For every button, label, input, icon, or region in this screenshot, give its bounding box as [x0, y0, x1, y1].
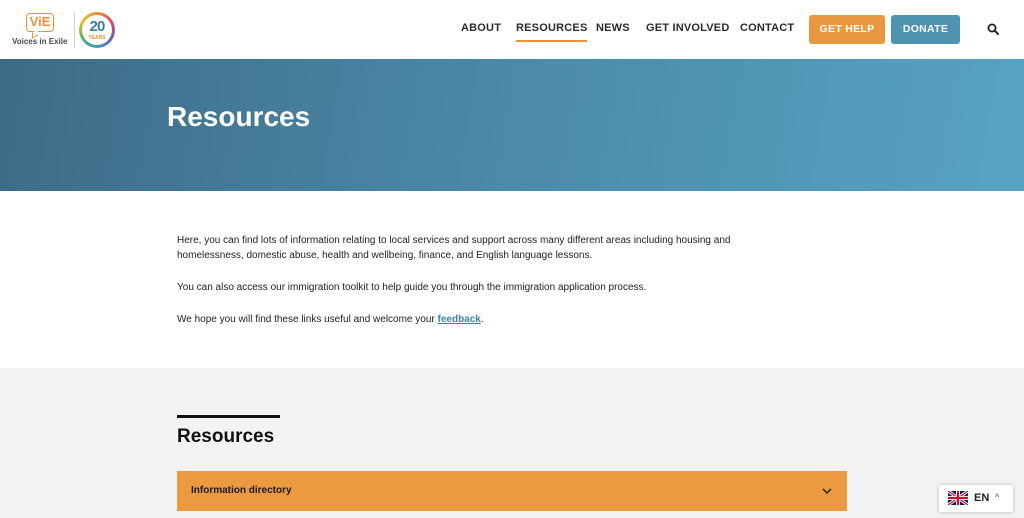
site-header: ViE Voices in Exile 20 YEARS ABOUT RESOU…	[0, 0, 1024, 59]
search-button[interactable]	[987, 22, 1003, 38]
intro-paragraph-1: Here, you can find lots of information r…	[177, 235, 731, 261]
resources-heading: Resources	[177, 426, 275, 447]
intro-paragraph-3-suffix: .	[480, 314, 484, 325]
logo-subtitle: Voices in Exile	[12, 37, 68, 46]
caret-up-icon: ^	[995, 492, 1000, 502]
get-help-button[interactable]: GET HELP	[809, 15, 885, 44]
anniversary-badge-inner: 20 YEARS	[82, 15, 112, 45]
nav-resources[interactable]: RESOURCES	[516, 22, 588, 42]
nav-contact[interactable]: CONTACT	[740, 22, 794, 34]
donate-button[interactable]: DONATE	[891, 15, 960, 44]
accordion-information-directory[interactable]: Information directory	[177, 471, 847, 511]
vie-logo[interactable]: ViE Voices in Exile	[12, 13, 70, 47]
intro-paragraph-2: You can also access our immigration tool…	[177, 282, 647, 293]
language-code: EN	[974, 492, 990, 504]
uk-flag-icon	[948, 491, 968, 505]
feedback-link[interactable]: feedback	[438, 314, 481, 325]
accordion-label: Information directory	[191, 485, 292, 496]
intro-paragraph-3-prefix: We hope you will find these links useful…	[177, 314, 438, 325]
section-heading-rule	[177, 415, 280, 418]
search-icon	[987, 23, 999, 35]
nav-get-involved[interactable]: GET INVOLVED	[646, 22, 729, 34]
hero-banner: Resources	[0, 59, 1024, 191]
chevron-down-icon	[822, 488, 832, 495]
language-selector[interactable]: EN ^	[939, 485, 1013, 512]
anniversary-badge: 20 YEARS	[79, 12, 115, 48]
page-title: Resources	[167, 101, 311, 132]
nav-news[interactable]: NEWS	[596, 22, 630, 34]
anniversary-number: 20	[89, 18, 106, 35]
logo-divider	[74, 12, 75, 48]
resources-section: Resources Information directory	[0, 368, 1024, 518]
nav-about[interactable]: ABOUT	[461, 22, 501, 34]
anniversary-label: YEARS	[88, 35, 106, 41]
intro-paragraph-3: We hope you will find these links useful…	[177, 312, 797, 327]
vie-logo-mark: ViE	[26, 13, 54, 32]
